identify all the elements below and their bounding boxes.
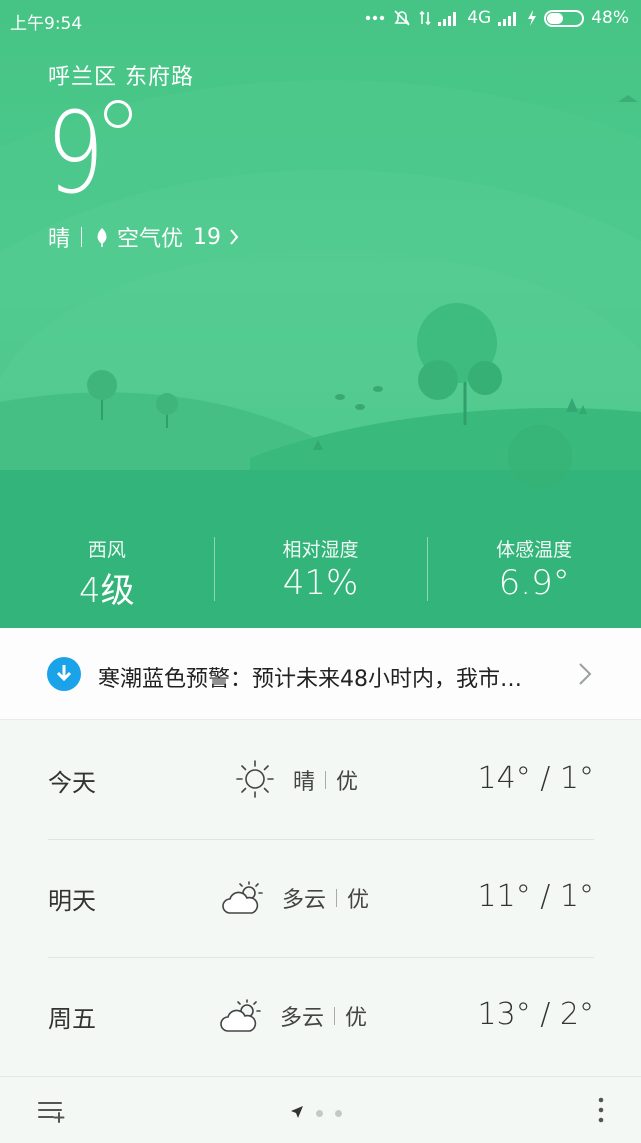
status-icons: 4G 48% xyxy=(365,8,629,28)
status-bar: 上午9:54 4G 48% xyxy=(0,0,641,38)
current-temperature: 9 xyxy=(46,89,105,219)
signal-icon xyxy=(438,11,460,26)
page-dot xyxy=(335,1110,342,1117)
partly-cloudy-icon xyxy=(220,999,264,1039)
air-quality-text: 优 xyxy=(347,888,370,913)
stat-label: 体感温度 xyxy=(496,539,573,561)
location-label[interactable]: 呼兰区 东府路 xyxy=(48,59,194,91)
forecast-condition: 多云 优 xyxy=(280,1000,367,1032)
leaf-icon xyxy=(95,227,109,247)
stat-value: 4级 xyxy=(79,571,135,611)
air-quality-text: 优 xyxy=(345,1006,368,1031)
battery-icon xyxy=(544,9,585,27)
degree-symbol xyxy=(104,100,132,128)
chevron-right-icon[interactable] xyxy=(578,662,592,690)
divider xyxy=(81,227,83,247)
chevron-right-icon xyxy=(229,228,239,246)
battery-percent: 48% xyxy=(591,8,629,28)
weather-stats: 西风 4级 相对湿度 41% 体感温度 6.9° xyxy=(0,505,641,628)
page-indicator xyxy=(290,1104,342,1123)
condition-row[interactable]: 晴 空气优 19 xyxy=(48,222,239,252)
forecast-temps: 11° / 1° xyxy=(477,879,594,914)
more-dots-icon xyxy=(365,15,385,21)
air-quality-label: 空气优 xyxy=(117,227,184,252)
condition-text: 多云 xyxy=(282,888,327,913)
stat-label: 相对湿度 xyxy=(282,539,359,561)
alarm-off-icon xyxy=(392,9,412,27)
download-arrow-icon xyxy=(47,657,81,695)
stat-feels-like: 体感温度 6.9° xyxy=(427,505,641,628)
alert-text[interactable]: 寒潮蓝色预警：预计未来48小时内，我市… xyxy=(98,661,568,693)
sunny-icon xyxy=(235,759,275,803)
more-vertical-icon[interactable] xyxy=(597,1097,605,1127)
forecast-day: 周五 xyxy=(48,1005,96,1033)
page-dot xyxy=(316,1110,323,1117)
stat-label: 西风 xyxy=(87,539,126,561)
status-time: 上午9:54 xyxy=(10,14,83,34)
weather-hero: 上午9:54 4G 48% 呼兰区 东府路 9 晴 空气优 19 西风 4级 相… xyxy=(0,0,641,628)
condition-text: 多云 xyxy=(280,1006,325,1031)
divider xyxy=(336,889,338,907)
battery-level xyxy=(547,12,564,24)
forecast-temps: 14° / 1° xyxy=(477,761,594,796)
stat-wind: 西风 4级 xyxy=(0,505,214,628)
air-quality-value: 19 xyxy=(193,224,222,250)
divider xyxy=(334,1007,336,1025)
partly-cloudy-icon xyxy=(222,881,266,921)
forecast-row-today[interactable]: 今天 晴 优 14° / 1° xyxy=(48,721,594,839)
stat-value: 41% xyxy=(282,563,359,603)
bottom-bar xyxy=(0,1076,641,1143)
forecast-temps: 13° / 2° xyxy=(477,997,594,1032)
forecast-list: 今天 晴 优 14° / 1° 明天 多云 优 11° / 1° 周五 多云 优… xyxy=(0,721,641,1077)
forecast-condition: 晴 优 xyxy=(293,764,358,796)
stat-value: 6.9° xyxy=(498,563,570,603)
forecast-condition: 多云 优 xyxy=(282,882,369,914)
charging-bolt-icon xyxy=(527,10,537,26)
signal-icon-2 xyxy=(498,11,520,26)
air-quality-text: 优 xyxy=(336,770,359,795)
forecast-day: 明天 xyxy=(48,887,96,915)
condition-text: 晴 xyxy=(293,770,316,795)
location-arrow-icon xyxy=(290,1104,304,1123)
stat-humidity: 相对湿度 41% xyxy=(213,505,428,628)
forecast-day: 今天 xyxy=(48,769,96,797)
forecast-row-tomorrow[interactable]: 明天 多云 优 11° / 1° xyxy=(48,839,594,957)
divider xyxy=(325,771,327,789)
network-type: 4G xyxy=(467,8,492,28)
current-condition: 晴 xyxy=(48,227,71,252)
data-transfer-icon xyxy=(419,10,431,26)
city-manage-icon[interactable] xyxy=(37,1099,65,1127)
forecast-row-friday[interactable]: 周五 多云 优 13° / 2° xyxy=(48,957,594,1075)
